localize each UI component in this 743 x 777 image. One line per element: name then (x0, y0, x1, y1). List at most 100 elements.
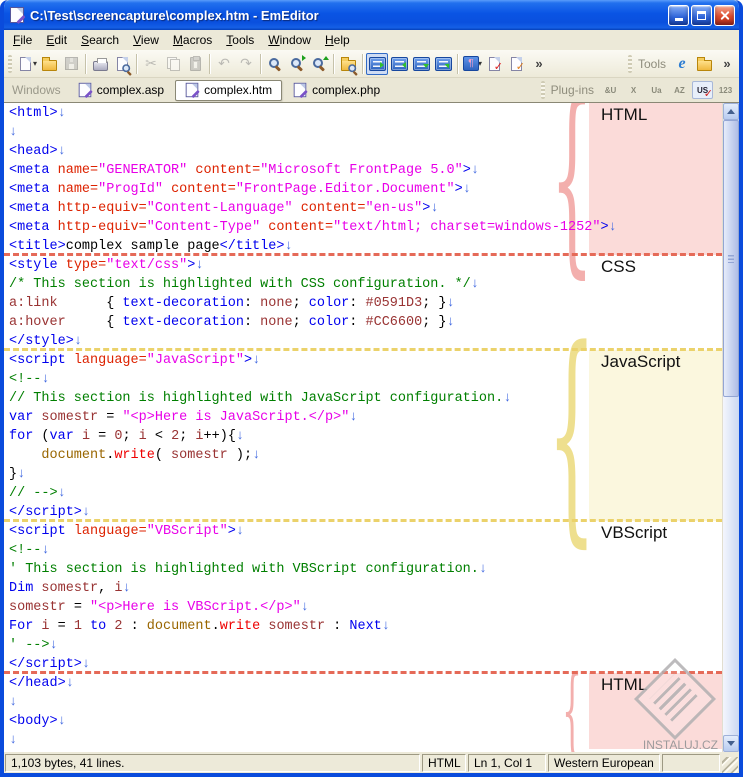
plugin-spelling-us-button[interactable]: US✓ (692, 81, 713, 99)
menu-view[interactable]: View (126, 31, 166, 49)
scrollbar-track[interactable] (723, 120, 739, 735)
tab-complex.htm[interactable]: complex.htm (175, 80, 282, 101)
external-tool-internet-explorer-button[interactable]: e (671, 53, 693, 75)
code-token: "<p>Here is JavaScript.</p>" (122, 410, 349, 425)
code-token: = (90, 429, 114, 444)
newline-mark: ↓ (284, 239, 292, 254)
code-token: none (260, 315, 292, 330)
minimize-button[interactable] (668, 5, 689, 26)
close-button[interactable] (714, 5, 735, 26)
code-line: <!--↓ (9, 370, 722, 389)
find-button[interactable] (264, 53, 286, 75)
code-token: <title> (9, 239, 66, 254)
find-in-files-button[interactable] (337, 53, 359, 75)
find-next-button[interactable] (286, 53, 308, 75)
redo-button: ↷ (235, 53, 257, 75)
no-wrap-button[interactable] (366, 53, 388, 75)
menu-search[interactable]: Search (74, 31, 126, 49)
newline-mark: ↓ (82, 505, 90, 520)
scroll-up-button[interactable] (723, 103, 739, 120)
quick-macro-run-button[interactable]: ✓ (505, 53, 527, 75)
quick-macro-record-button[interactable]: ✓ (483, 53, 505, 75)
open-file-icon (40, 55, 58, 73)
code-token: document (147, 619, 212, 634)
print-preview-button[interactable] (111, 53, 133, 75)
code-token: i (139, 429, 147, 444)
code-token: . (212, 619, 220, 634)
print-preview-icon (113, 55, 131, 73)
code-line: }↓ (9, 465, 722, 484)
code-token: <!-- (9, 372, 41, 387)
external-tool-folder-button[interactable] (693, 53, 715, 75)
code-token: "FrontPage.Editor.Document" (236, 182, 455, 197)
menu-edit[interactable]: Edit (39, 31, 74, 49)
maximize-button[interactable] (691, 5, 712, 26)
title-bar[interactable]: C:\Test\screencapture\complex.htm - EmEd… (4, 0, 739, 30)
code-lines[interactable]: <html>↓↓<head>↓<meta name="GENERATOR" co… (4, 103, 722, 752)
arrow-down-icon (727, 741, 735, 746)
toolbar-overflow-button[interactable]: » (527, 53, 549, 75)
tab-complex.php[interactable]: complex.php (284, 80, 389, 101)
code-token: i (41, 619, 49, 634)
open-file-button[interactable] (38, 53, 60, 75)
code-token: </style> (9, 334, 74, 349)
code-token: : (122, 619, 146, 634)
code-token: ; (293, 315, 309, 330)
tab-complex.asp[interactable]: complex.asp (69, 80, 173, 101)
plugins-toolbar: &UXUaAZUS✓123 (599, 81, 737, 99)
new-file-button[interactable]: ▾ (16, 53, 38, 75)
cut-icon: ✂ (142, 55, 160, 73)
code-token: <body> (9, 714, 58, 729)
menu-help[interactable]: Help (318, 31, 357, 49)
code-token: somestr (41, 581, 98, 596)
show-marks-button[interactable]: ¶▾ (461, 53, 483, 75)
toolbar-separator (362, 54, 363, 74)
code-token: <meta (9, 220, 50, 235)
newline-mark: ↓ (463, 182, 471, 197)
wrap-by-window-button[interactable] (410, 53, 432, 75)
menu-tools[interactable]: Tools (219, 31, 261, 49)
copy-button (162, 53, 184, 75)
code-token: : (244, 296, 260, 311)
code-token: ; (179, 429, 195, 444)
tools-overflow-icon: » (717, 55, 735, 73)
copy-icon (164, 55, 182, 73)
code-token: http-equiv= (58, 201, 147, 216)
code-token: ; (122, 429, 138, 444)
text-editor[interactable]: {HTMLCSS{JavaScriptVBScript{HTML <html>↓… (4, 103, 722, 752)
code-line: a:link { text-decoration: none; color: #… (9, 294, 722, 313)
status-syntax: HTML (422, 754, 466, 772)
code-line: <body>↓ (9, 712, 722, 731)
menu-file[interactable]: File (6, 31, 39, 49)
wrap-by-page-button[interactable] (432, 53, 454, 75)
code-line: <!--↓ (9, 541, 722, 560)
tools-toolbar-grip[interactable] (628, 55, 632, 73)
toolbar-grip[interactable] (8, 55, 12, 73)
newline-mark: ↓ (50, 638, 58, 653)
code-token: </script> (9, 657, 82, 672)
menu-window[interactable]: Window (261, 31, 318, 49)
code-token: for (9, 429, 33, 444)
resize-grip[interactable] (722, 757, 738, 773)
print-button[interactable] (89, 53, 111, 75)
code-token: <meta (9, 182, 50, 197)
code-token (50, 182, 58, 197)
tools-overflow-button[interactable]: » (715, 53, 737, 75)
code-token: For (9, 619, 33, 634)
code-token: complex sample page (66, 239, 220, 254)
code-line: ' This section is highlighted with VBScr… (9, 560, 722, 579)
code-line: <meta name="ProgId" content="FrontPage.E… (9, 180, 722, 199)
plugins-toolbar-grip[interactable] (541, 81, 545, 99)
code-token: #CC6600 (366, 315, 423, 330)
menu-macros[interactable]: Macros (166, 31, 219, 49)
wrap-by-characters-button[interactable] (388, 53, 410, 75)
newline-mark: ↓ (9, 733, 17, 748)
vertical-scrollbar[interactable] (722, 103, 739, 752)
find-previous-button[interactable] (308, 53, 330, 75)
wrap-by-characters-icon (390, 55, 408, 73)
scrollbar-thumb[interactable] (723, 120, 739, 397)
code-token: <html> (9, 106, 58, 121)
section-label-html: HTML (601, 675, 647, 695)
code-token (74, 429, 82, 444)
scroll-down-button[interactable] (723, 735, 739, 752)
